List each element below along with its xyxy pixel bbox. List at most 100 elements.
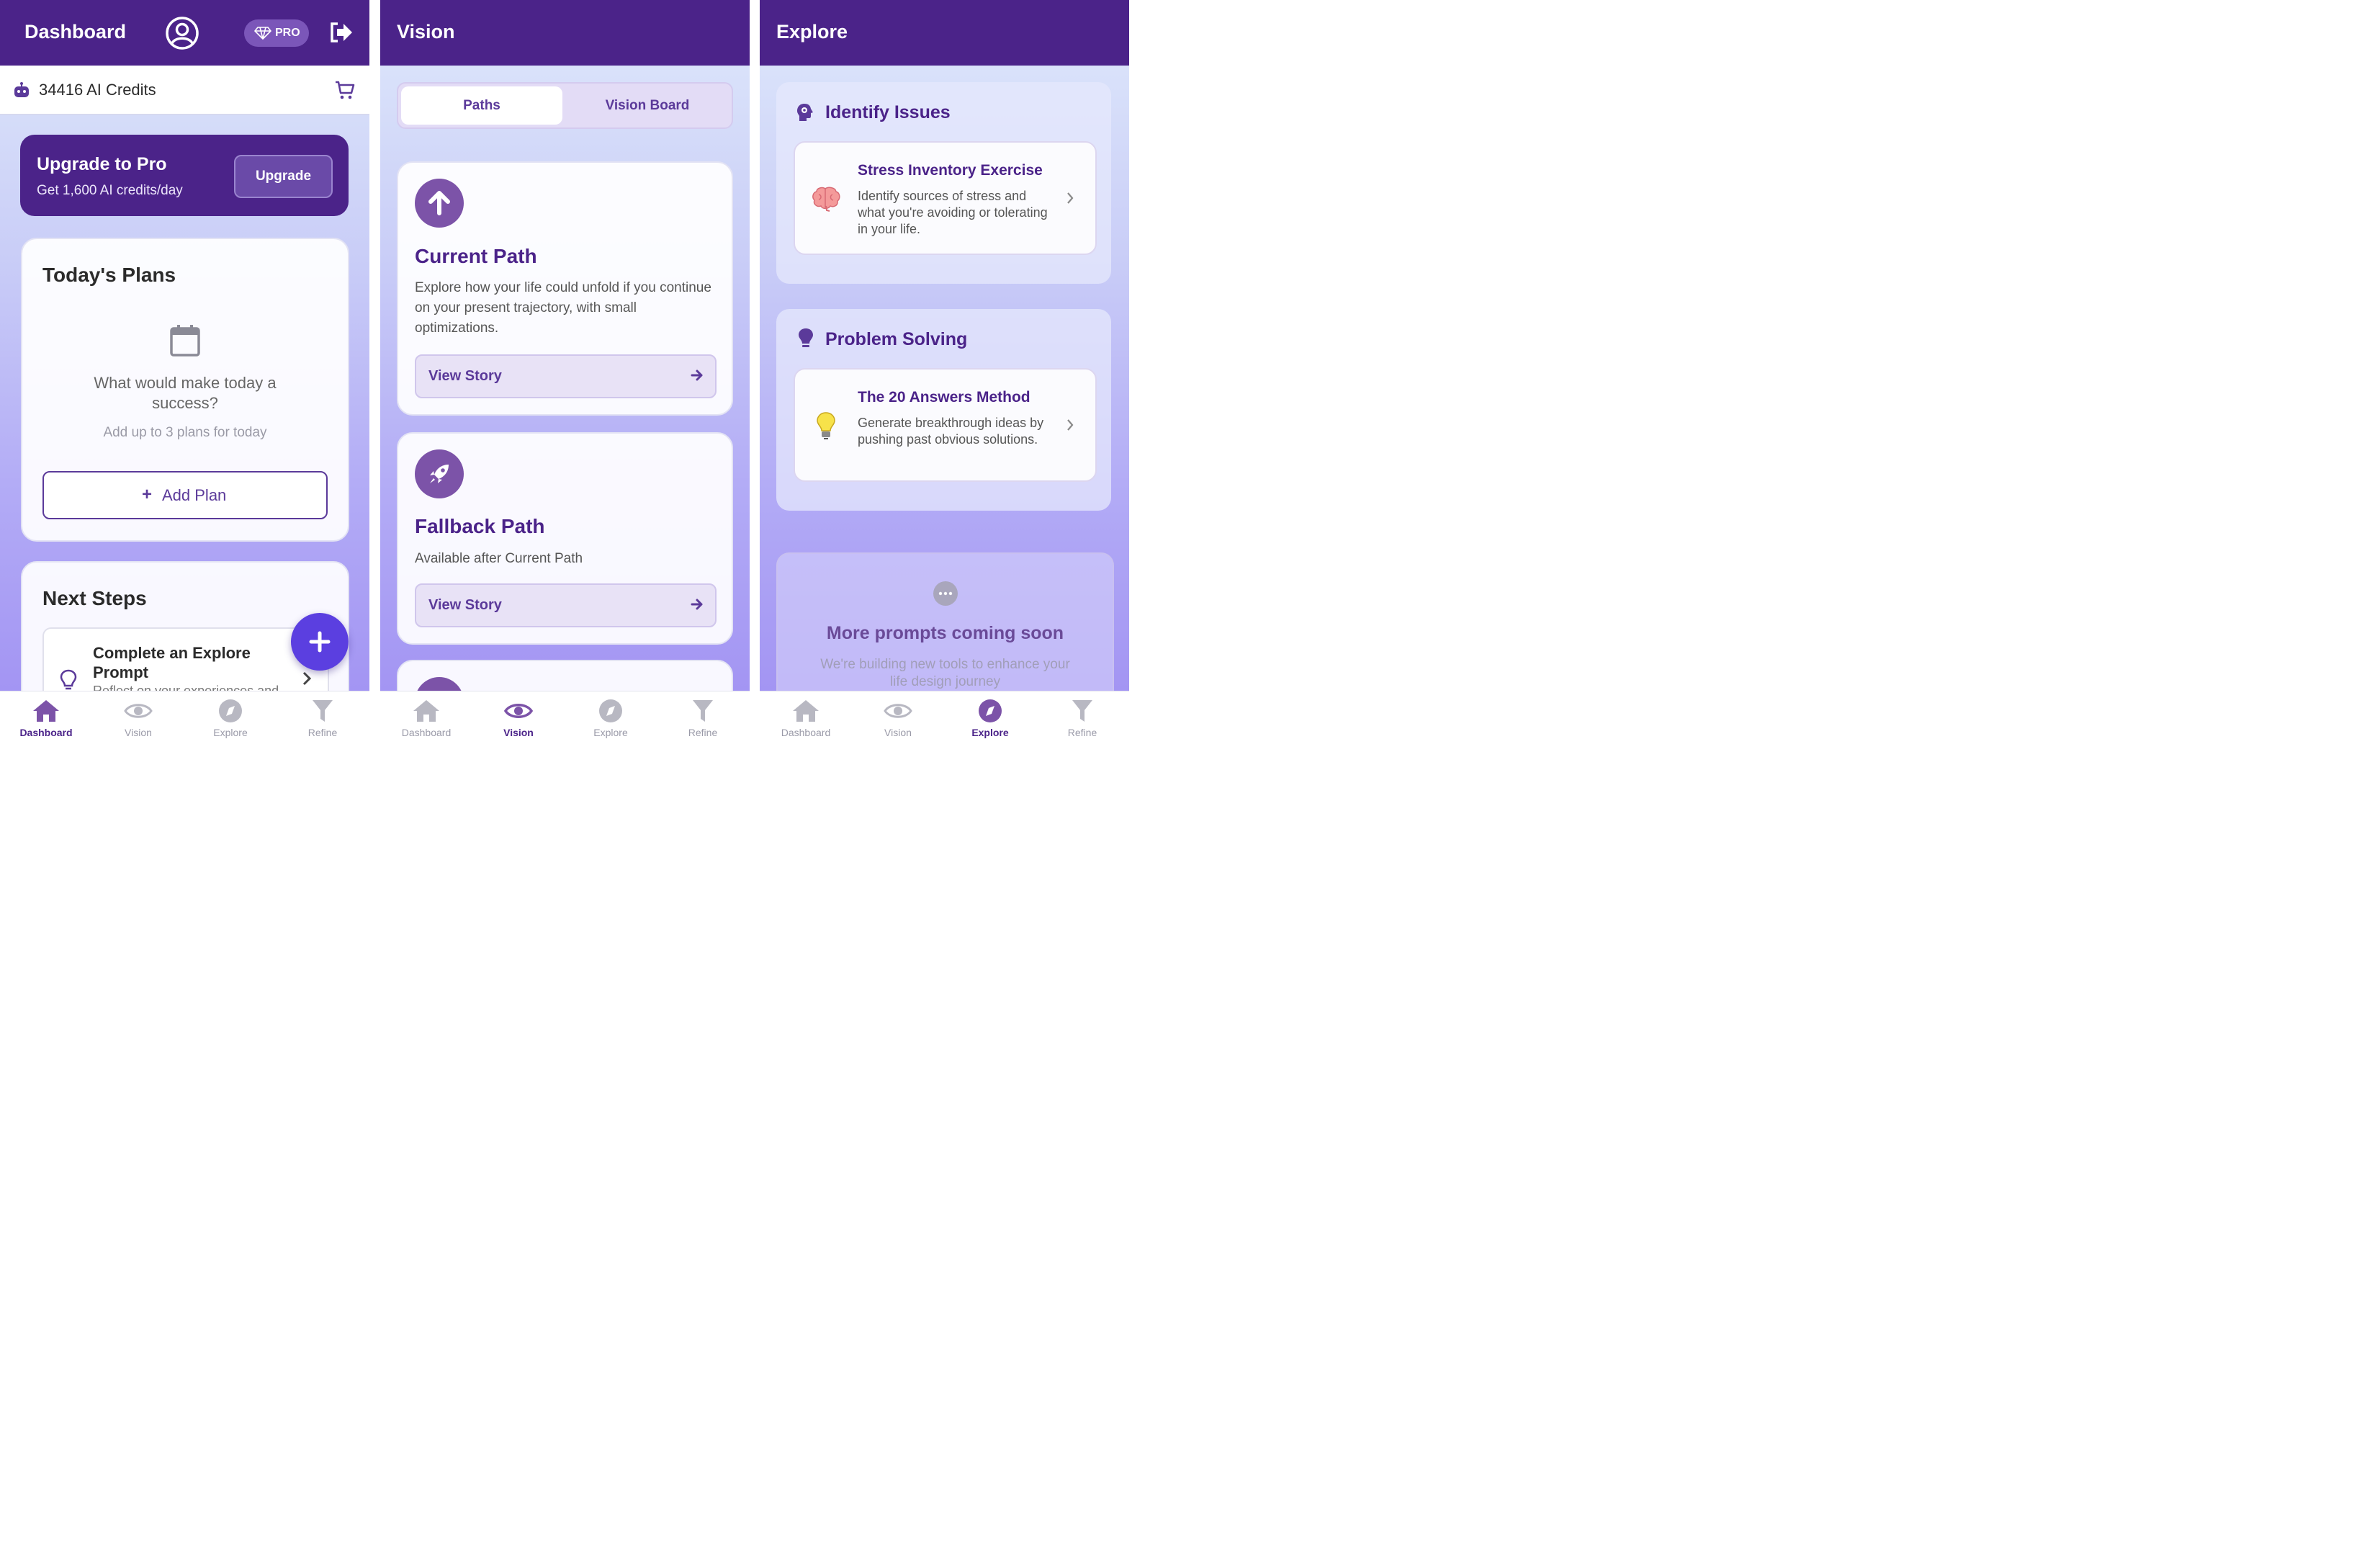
nav-explore[interactable]: Explore bbox=[565, 691, 657, 742]
nav-dashboard[interactable]: Dashboard bbox=[0, 691, 92, 742]
nav-label: Dashboard bbox=[19, 727, 73, 738]
nav-label: Dashboard bbox=[781, 727, 831, 738]
nav-label: Explore bbox=[593, 727, 628, 738]
nav-label: Vision bbox=[503, 727, 534, 738]
eye-icon bbox=[124, 704, 153, 718]
fallback-path-card: Fallback Path Available after Current Pa… bbox=[397, 432, 733, 645]
cart-icon[interactable] bbox=[335, 80, 355, 100]
nav-vision[interactable]: Vision bbox=[472, 691, 565, 742]
explore-screen: Explore Identify Issues Stress Inventory… bbox=[760, 0, 1129, 742]
vision-tabs: Paths Vision Board bbox=[397, 82, 733, 129]
plus-icon: + bbox=[142, 485, 153, 504]
problem-solving-section: Problem Solving The 20 Answers Method Ge… bbox=[776, 309, 1111, 511]
nav-refine[interactable]: Refine bbox=[657, 691, 749, 742]
next-step-title: Complete an Explore Prompt bbox=[93, 644, 251, 681]
lightbulb-icon bbox=[60, 669, 77, 691]
arrow-right-icon bbox=[691, 370, 703, 381]
lightbulb-icon bbox=[815, 411, 837, 440]
robot-icon bbox=[13, 82, 30, 98]
dashboard-header: Dashboard PRO bbox=[0, 0, 369, 66]
exercise-desc: Identify sources of stress and what you'… bbox=[858, 189, 1048, 236]
exercise-title: The 20 Answers Method bbox=[858, 389, 1030, 406]
vision-screen: Vision Paths Vision Board Current Path E… bbox=[380, 0, 750, 742]
nav-vision[interactable]: Vision bbox=[92, 691, 184, 742]
nav-label: Refine bbox=[307, 727, 338, 738]
bottom-nav: Dashboard Vision Explore Refine bbox=[760, 691, 1129, 742]
exercise-desc: Generate breakthrough ideas by pushing p… bbox=[858, 416, 1044, 447]
current-path-view-story-button[interactable]: View Story bbox=[415, 354, 717, 398]
tab-vision-board[interactable]: Vision Board bbox=[565, 86, 729, 125]
nav-label: Refine bbox=[688, 727, 718, 738]
fallback-path-title: Fallback Path bbox=[415, 515, 545, 537]
nav-label: Explore bbox=[213, 727, 248, 738]
upgrade-banner: Upgrade to Pro Get 1,600 AI credits/day … bbox=[20, 135, 349, 216]
dashboard-screen: Dashboard PRO 34416 AI Credits Upgrade t… bbox=[0, 0, 369, 742]
next-steps-title: Next Steps bbox=[42, 587, 147, 609]
page-title: Vision bbox=[397, 21, 455, 42]
exercise-title: Stress Inventory Exercise bbox=[858, 162, 1043, 179]
profile-icon[interactable] bbox=[166, 17, 199, 50]
nav-label: Refine bbox=[1067, 727, 1097, 738]
add-fab-button[interactable] bbox=[291, 613, 349, 671]
nav-dashboard[interactable]: Dashboard bbox=[760, 691, 852, 742]
nav-dashboard[interactable]: Dashboard bbox=[380, 691, 472, 742]
bottom-nav: Dashboard Vision Explore Refine bbox=[380, 691, 750, 742]
more-icon bbox=[933, 581, 958, 606]
chevron-right-icon bbox=[1067, 192, 1074, 204]
page-title: Dashboard bbox=[24, 21, 127, 42]
vision-header: Vision bbox=[380, 0, 750, 66]
nav-refine[interactable]: Refine bbox=[1036, 691, 1128, 742]
stress-inventory-card[interactable]: Stress Inventory Exercise Identify sourc… bbox=[794, 141, 1097, 255]
brain-icon bbox=[811, 186, 841, 212]
eye-icon bbox=[884, 704, 912, 718]
add-plan-label: Add Plan bbox=[162, 486, 227, 504]
fallback-path-view-story-button[interactable]: View Story bbox=[415, 583, 717, 627]
add-plan-button[interactable]: + Add Plan bbox=[42, 471, 328, 519]
filter-icon bbox=[313, 700, 333, 722]
current-path-card: Current Path Explore how your life could… bbox=[397, 161, 733, 416]
eye-icon bbox=[504, 704, 533, 718]
home-icon bbox=[33, 700, 59, 722]
view-story-label: View Story bbox=[428, 368, 502, 384]
arrow-up-icon bbox=[415, 179, 464, 228]
nav-refine[interactable]: Refine bbox=[277, 691, 369, 742]
upgrade-title: Upgrade to Pro bbox=[37, 154, 167, 174]
upgrade-button[interactable]: Upgrade bbox=[234, 155, 333, 198]
todays-plans-card: Today's Plans What would make today a su… bbox=[21, 238, 349, 542]
section-title: Identify Issues bbox=[825, 102, 951, 122]
current-path-title: Current Path bbox=[415, 245, 537, 267]
twenty-answers-card[interactable]: The 20 Answers Method Generate breakthro… bbox=[794, 368, 1097, 482]
nav-label: Vision bbox=[125, 727, 152, 738]
coming-soon-desc: We're building new tools to enhance your… bbox=[820, 657, 1070, 689]
plus-icon bbox=[309, 631, 331, 653]
explore-header: Explore bbox=[760, 0, 1129, 66]
lightbulb-icon bbox=[798, 328, 814, 349]
logout-icon[interactable] bbox=[329, 22, 354, 43]
tab-paths[interactable]: Paths bbox=[401, 86, 562, 125]
nav-label: Vision bbox=[884, 727, 912, 738]
pro-badge-label: PRO bbox=[275, 27, 300, 39]
nav-label: Dashboard bbox=[401, 727, 452, 738]
chevron-right-icon bbox=[1067, 419, 1074, 431]
coming-soon-title: More prompts coming soon bbox=[826, 623, 1064, 643]
rocket-icon bbox=[415, 449, 464, 498]
credits-bar: 34416 AI Credits bbox=[0, 66, 369, 115]
nav-explore[interactable]: Explore bbox=[944, 691, 1036, 742]
nav-vision[interactable]: Vision bbox=[852, 691, 944, 742]
upgrade-subtitle: Get 1,600 AI credits/day bbox=[37, 183, 183, 198]
compass-icon bbox=[979, 699, 1002, 722]
home-icon bbox=[413, 700, 439, 722]
nav-explore[interactable]: Explore bbox=[184, 691, 277, 742]
bottom-nav: Dashboard Vision Explore Refine bbox=[0, 691, 369, 742]
credits-text: 34416 AI Credits bbox=[39, 81, 156, 99]
compass-icon bbox=[599, 699, 622, 722]
home-icon bbox=[793, 700, 819, 722]
plans-question: What would make today a success? bbox=[94, 374, 277, 412]
filter-icon bbox=[693, 700, 713, 722]
nav-label: Explore bbox=[971, 727, 1009, 738]
arrow-right-icon bbox=[691, 599, 703, 610]
plans-hint: Add up to 3 plans for today bbox=[103, 425, 267, 440]
head-gear-icon bbox=[796, 102, 814, 122]
pro-badge[interactable]: PRO bbox=[244, 19, 309, 47]
current-path-desc: Explore how your life could unfold if yo… bbox=[415, 280, 711, 336]
